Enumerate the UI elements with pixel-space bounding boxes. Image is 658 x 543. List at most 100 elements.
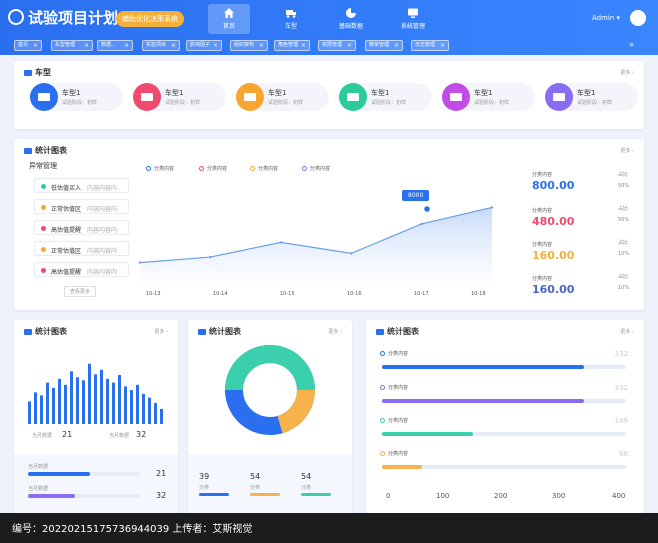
- stat-percent: 占比 10%: [618, 273, 629, 291]
- stat-label: 分类内容: [532, 276, 553, 282]
- close-icon[interactable]: ×: [124, 41, 129, 50]
- stat-percent-value: 10%: [618, 285, 630, 291]
- car-item[interactable]: 车型1 试验阶段：初样: [442, 83, 535, 111]
- logo-icon: [8, 9, 24, 25]
- legend-dot: [302, 166, 307, 171]
- bar: [100, 369, 103, 424]
- alert-item[interactable]: 正常估值区 内容内容内: [34, 199, 129, 214]
- car-name: 车型1: [165, 89, 184, 97]
- more-link[interactable]: 更多 ›: [154, 328, 168, 335]
- tag-bar: 首页 × 车型管理 × 数据... × 实验项目 × 影响因子 × 组织架构 × 角色管理 ×…: [14, 40, 634, 52]
- progress-track: [28, 472, 140, 476]
- car-sub: 试验阶段：初样: [474, 100, 510, 106]
- more-link[interactable]: 更多 ›: [620, 69, 634, 76]
- bar: [118, 375, 121, 424]
- more-link-label: 更多: [620, 70, 631, 76]
- tags-scroll-icon[interactable]: »: [629, 40, 634, 49]
- close-icon[interactable]: ×: [84, 41, 89, 50]
- nav-cars[interactable]: 车型: [270, 4, 312, 34]
- donut-segment-orange: [276, 389, 315, 434]
- car-item[interactable]: 车型1 试验阶段：初样: [545, 83, 638, 111]
- x-tick-label: 10-16: [347, 291, 362, 297]
- alert-item[interactable]: 高估值提醒 内容内容内: [34, 262, 129, 277]
- car-name: 车型1: [371, 89, 390, 97]
- alert-name: 高估值提醒: [51, 269, 82, 276]
- data-point: [420, 222, 423, 226]
- stat-label: 分类内容: [532, 172, 553, 178]
- stat-percent-value: 50%: [618, 217, 630, 223]
- bar: [124, 386, 127, 424]
- car-item[interactable]: 车型1 试验阶段：初样: [236, 83, 329, 111]
- truck-icon: [442, 83, 470, 111]
- user-menu[interactable]: Admin ▾: [592, 14, 620, 22]
- bar: [148, 397, 151, 424]
- tag-item[interactable]: 车型管理 ×: [51, 40, 93, 51]
- close-icon[interactable]: ×: [213, 41, 218, 50]
- close-icon[interactable]: ×: [301, 41, 306, 50]
- axis-tick: 0: [386, 492, 391, 500]
- car-item[interactable]: 车型1 试验阶段：初样: [339, 83, 432, 111]
- close-icon[interactable]: ×: [347, 41, 352, 50]
- tag-item[interactable]: 实验项目 ×: [142, 40, 180, 51]
- bar-card-title-text: 统计图表: [35, 327, 67, 336]
- tag-item[interactable]: 日志管理 ×: [411, 40, 449, 51]
- legend-dot: [146, 166, 151, 171]
- car-sub: 试验阶段：初样: [268, 100, 304, 106]
- bar: [46, 382, 49, 424]
- more-link[interactable]: 更多 ›: [328, 328, 342, 335]
- progress-value: 149: [614, 417, 628, 425]
- pie-icon: [24, 147, 32, 154]
- legend-dot: [199, 166, 204, 171]
- tag-item[interactable]: 角色管理 ×: [274, 40, 310, 51]
- car-card-title-text: 车型: [35, 68, 51, 77]
- donut-swatch: [250, 493, 280, 496]
- progress-track: [382, 432, 626, 436]
- alert-name: 低估值买入: [51, 185, 82, 192]
- bar-chart: [28, 363, 163, 424]
- status-dot: [41, 226, 46, 231]
- alert-item[interactable]: 高估值提醒 内容内容内: [34, 220, 129, 235]
- nav-system[interactable]: 系统管理: [392, 4, 434, 34]
- more-link-label: 更多: [154, 329, 165, 335]
- legend-item: 分类内容: [199, 165, 227, 172]
- car-item[interactable]: 车型1 试验阶段：初样: [30, 83, 123, 111]
- row-value: 32: [156, 491, 167, 500]
- status-dot: [41, 268, 46, 273]
- stats-card: 统计图表 更多 › 异常管理 低估值买入 内容内容内 正常估值区 内容内容内 高估值…: [14, 139, 644, 310]
- tag-item[interactable]: 权限管理 ×: [318, 40, 356, 51]
- status-dot: [41, 184, 46, 189]
- alert-item[interactable]: 低估值买入 内容内容内: [34, 178, 129, 193]
- donut-segment-green: [269, 345, 315, 391]
- car-item[interactable]: 车型1 试验阶段：初样: [133, 83, 226, 111]
- donut-value: 39: [199, 472, 210, 481]
- tag-item[interactable]: 数据... ×: [97, 40, 133, 51]
- progress-track: [382, 365, 626, 369]
- close-icon[interactable]: ×: [171, 41, 176, 50]
- chart-tooltip: 8000: [402, 190, 430, 201]
- car-sub: 试验阶段：初样: [165, 100, 201, 106]
- tag-item[interactable]: 影响因子 ×: [186, 40, 222, 51]
- alert-more-button[interactable]: 查看更多: [64, 286, 97, 297]
- close-icon[interactable]: ×: [259, 41, 264, 50]
- legend-dot: [250, 166, 255, 171]
- status-dot: [41, 205, 46, 210]
- progress-track: [28, 494, 140, 498]
- nav-basedata[interactable]: 基础数据: [330, 4, 372, 34]
- top-bar: 试验项目计划 辅助优化决策系统 首页 车型 基础数据 系统管理 Admin ▾ …: [0, 0, 658, 55]
- avatar[interactable]: [630, 10, 646, 26]
- close-icon[interactable]: ×: [440, 41, 445, 50]
- tag-item[interactable]: 组织架构 ×: [230, 40, 268, 51]
- x-tick-label: 10-15: [280, 291, 295, 297]
- axis-tick: 300: [552, 492, 566, 500]
- close-icon[interactable]: ×: [33, 41, 38, 50]
- more-link[interactable]: 更多 ›: [620, 147, 634, 154]
- tag-item[interactable]: 菜单管理 ×: [365, 40, 403, 51]
- alert-content: 内容内容内: [87, 269, 118, 276]
- tag-item[interactable]: 首页 ×: [14, 40, 42, 51]
- nav-home[interactable]: 首页: [208, 4, 250, 34]
- axis-tick: 200: [494, 492, 508, 500]
- close-icon[interactable]: ×: [394, 41, 399, 50]
- alert-item[interactable]: 正常估值区 内容内容内: [34, 241, 129, 256]
- progress-fill: [382, 365, 585, 369]
- more-link[interactable]: 更多 ›: [620, 328, 634, 335]
